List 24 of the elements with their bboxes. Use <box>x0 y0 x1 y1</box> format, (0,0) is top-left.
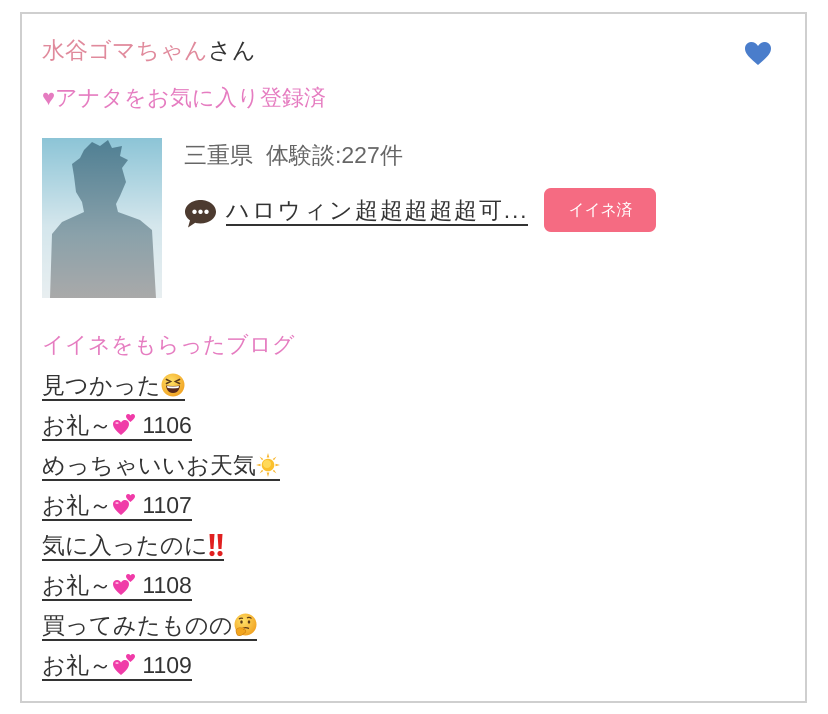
double-exclamation-icon <box>208 533 224 557</box>
blog-post-link[interactable]: お礼～ 1107 <box>42 491 192 521</box>
blog-post-link[interactable]: お礼～ 1108 <box>42 571 192 601</box>
blog-post-link[interactable]: お礼～ 1109 <box>42 651 192 681</box>
prefecture-text: 三重県 <box>184 141 253 170</box>
two-hearts-icon <box>112 493 136 517</box>
laughing-face-icon <box>161 373 185 397</box>
two-hearts-icon <box>112 573 136 597</box>
speech-bubble-icon <box>184 198 217 228</box>
section-heading: イイネをもらったブログ <box>42 331 296 359</box>
blog-post-link[interactable]: 気に入ったのに <box>42 531 224 561</box>
latest-post-link[interactable]: ハロウィン超超超超超可... <box>226 196 528 226</box>
two-hearts-icon <box>112 413 136 437</box>
favorite-status-text: ♥アナタをお気に入り登録済 <box>42 84 328 112</box>
thinking-face-icon <box>233 613 257 637</box>
blog-post-link[interactable]: 買ってみたものの <box>42 611 257 641</box>
sun-icon <box>256 453 280 477</box>
blog-post-link[interactable]: めっちゃいいお天気 <box>42 451 280 481</box>
heart-icon[interactable] <box>745 42 771 64</box>
two-hearts-icon <box>112 653 136 677</box>
blog-post-link[interactable]: 見つかった <box>42 371 185 401</box>
honorific-text: さん <box>208 36 256 65</box>
blog-post-link[interactable]: お礼～ 1106 <box>42 411 192 441</box>
review-count-text: 体験談:227件 <box>266 141 403 170</box>
